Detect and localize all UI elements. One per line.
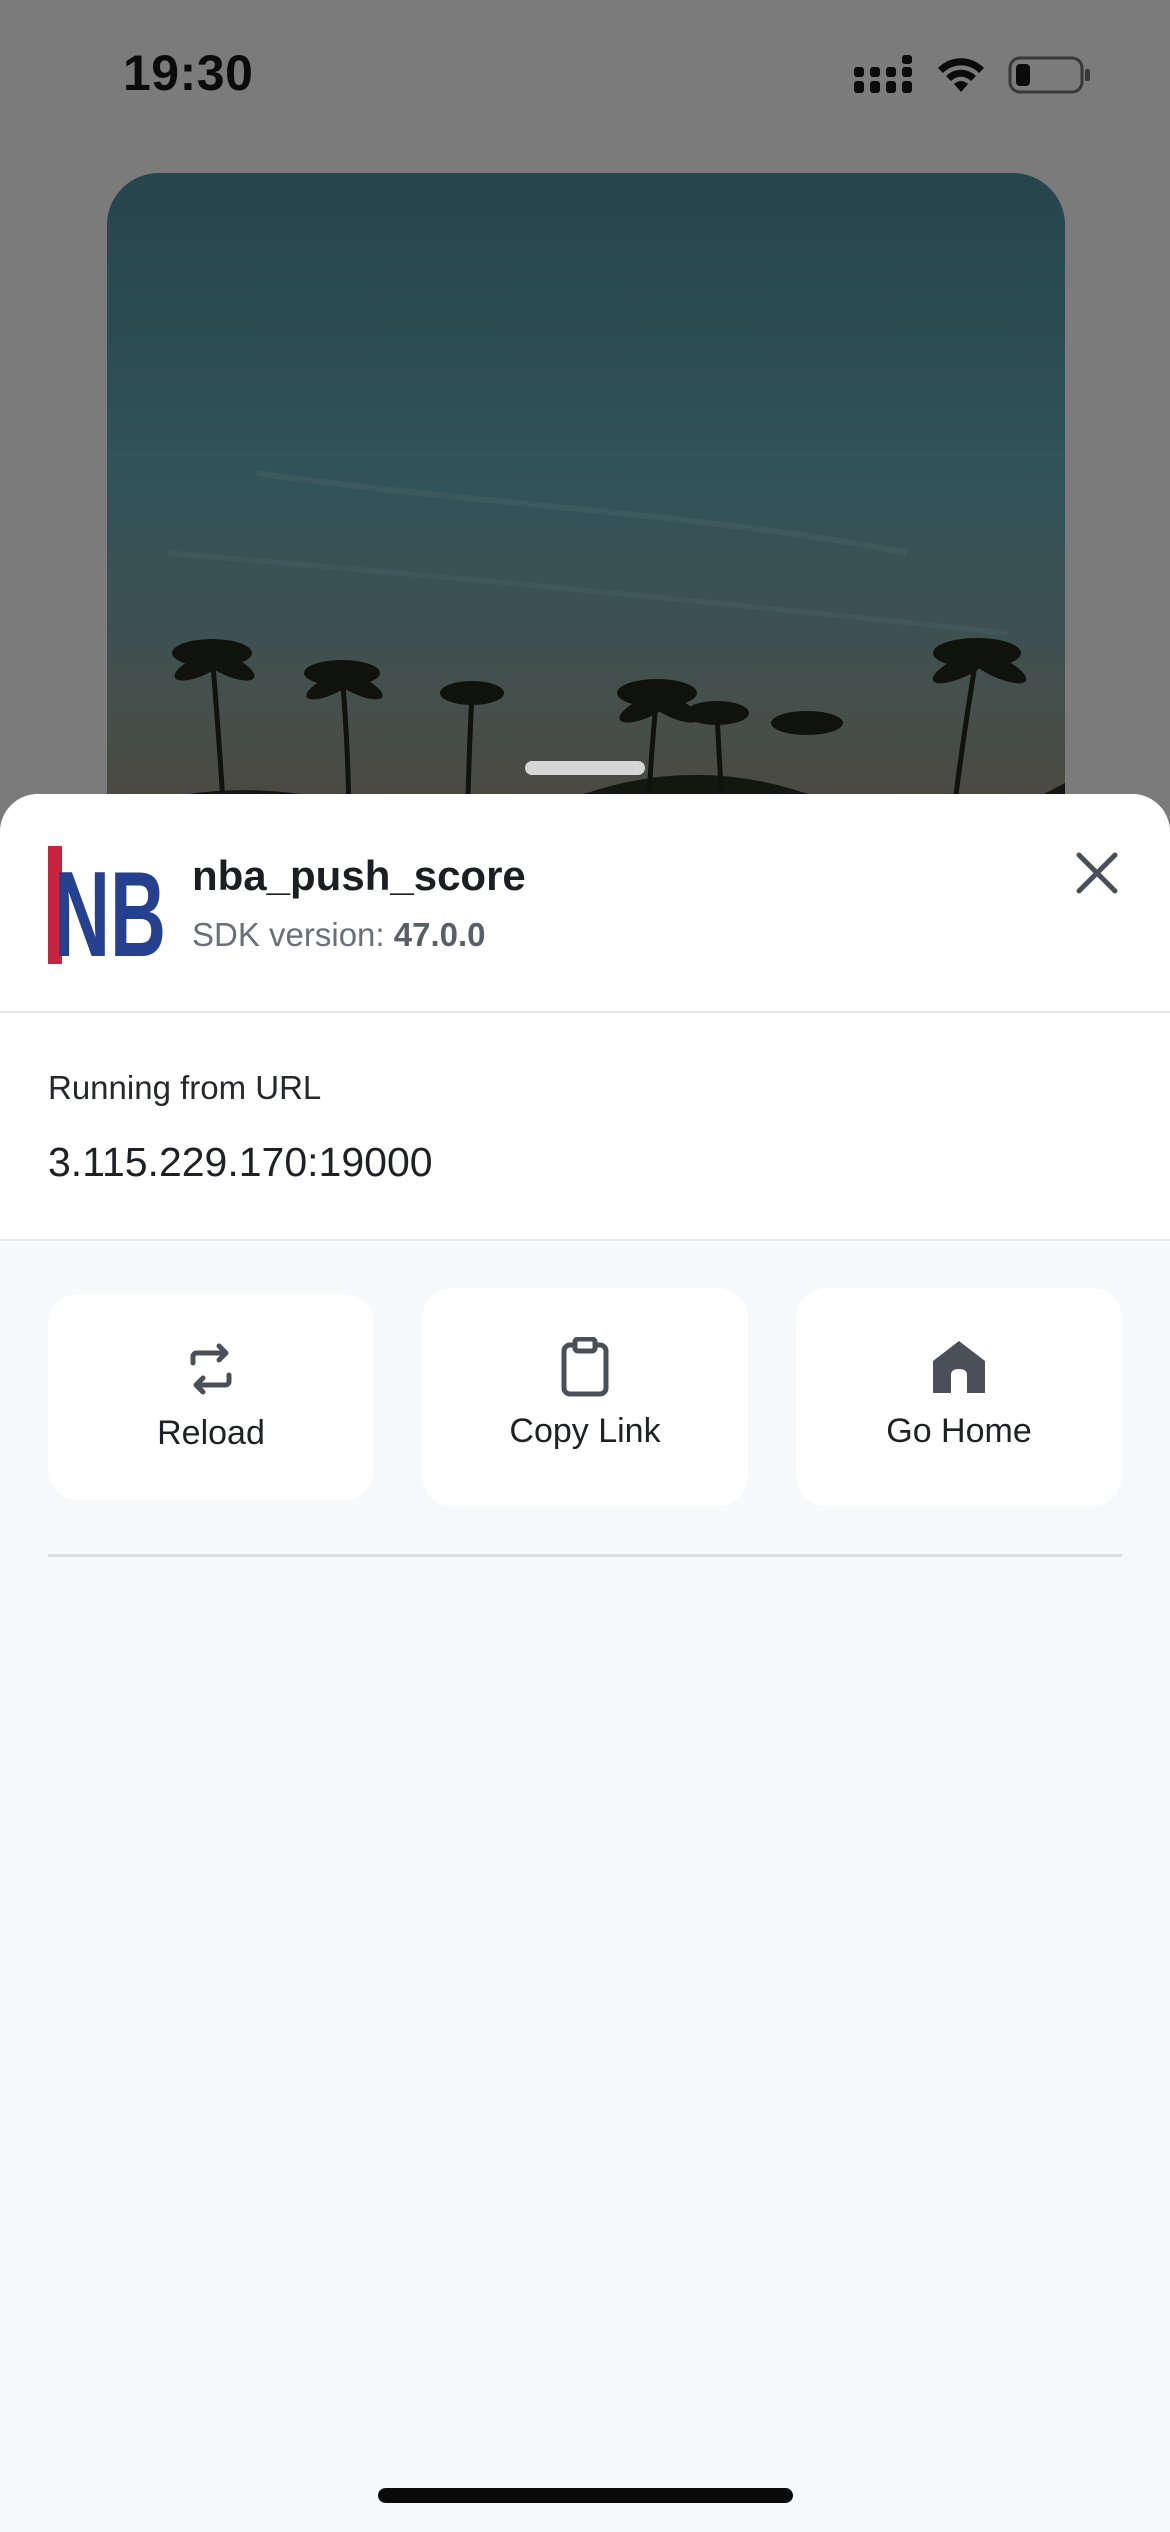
home-indicator[interactable] [378,2488,793,2503]
url-section: Running from URL 3.115.229.170:19000 [0,1013,1170,1241]
go-home-label: Go Home [886,1412,1032,1450]
home-icon [931,1336,987,1398]
sdk-version-label: SDK version: [192,916,394,953]
go-home-button[interactable]: Go Home [796,1288,1122,1506]
reload-button[interactable]: Reload [48,1294,374,1500]
cellular-signal-icon [854,54,914,100]
reload-label: Reload [157,1414,265,1452]
reload-icon [185,1338,237,1400]
sdk-version: SDK version: 47.0.0 [192,916,486,954]
divider [48,1554,1122,1557]
screen: 19:30 NB nba_push_score SDK version: 47.… [0,0,1170,2532]
url-label: Running from URL [48,1069,322,1106]
app-logo-text: NB [54,846,166,964]
dev-menu-sheet: NB nba_push_score SDK version: 47.0.0 Ru… [0,794,1170,2532]
close-icon [1076,852,1118,894]
sheet-header: NB nba_push_score SDK version: 47.0.0 [0,794,1170,1013]
url-value[interactable]: 3.115.229.170:19000 [48,1139,433,1186]
copy-link-button[interactable]: Copy Link [422,1288,748,1506]
sdk-version-value: 47.0.0 [393,916,486,953]
status-icons [854,52,1092,102]
sheet-grabber[interactable] [525,761,645,775]
copy-link-label: Copy Link [509,1412,661,1450]
close-button[interactable] [1064,840,1130,906]
clipboard-icon [560,1336,610,1398]
app-name: nba_push_score [192,852,526,899]
app-logo: NB [48,846,166,964]
status-time: 19:30 [123,45,254,101]
battery-icon [1008,55,1092,100]
wifi-icon [936,56,986,99]
actions-row: Reload Copy Link Go Home [0,1241,1170,1561]
